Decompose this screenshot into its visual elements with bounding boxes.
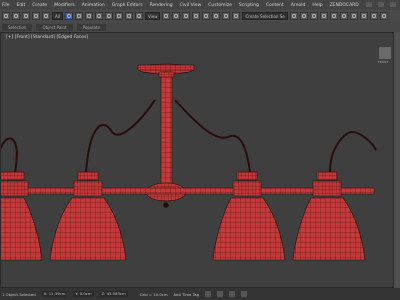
menu-item-modifiers[interactable]: Modifiers bbox=[54, 3, 75, 8]
selection-filter-dropdown[interactable]: All bbox=[52, 12, 63, 20]
menu-item-create[interactable]: Create bbox=[32, 3, 47, 8]
menu-item-edit[interactable]: Edit bbox=[17, 3, 26, 8]
menu-item-arnold[interactable]: Arnold bbox=[291, 3, 306, 8]
play-icon[interactable] bbox=[205, 291, 212, 297]
edit-named-selection-button[interactable] bbox=[232, 12, 241, 20]
selection-count: 1 Object Selected bbox=[2, 291, 36, 297]
command-panel-edge bbox=[394, 32, 400, 288]
window-controls bbox=[366, 2, 396, 7]
z-coordinate-field[interactable]: Z: 45.083cm bbox=[99, 291, 128, 297]
menu-item-civil-view[interactable]: Civil View bbox=[180, 3, 202, 8]
ribbon-tab-selection[interactable]: Selection bbox=[2, 23, 33, 31]
angle-snap-button[interactable] bbox=[202, 12, 211, 20]
menu-item-rendering[interactable]: Rendering bbox=[150, 3, 173, 8]
viewport-frame bbox=[0, 32, 394, 288]
select-by-name-button[interactable] bbox=[74, 12, 83, 20]
percent-snap-button[interactable] bbox=[212, 12, 221, 20]
viewcube-label: FRONT bbox=[378, 60, 389, 64]
rectangular-selection-button[interactable] bbox=[84, 12, 93, 20]
menu-item-graph-editors[interactable]: Graph Editors bbox=[112, 3, 143, 8]
layer-explorer-button[interactable] bbox=[309, 12, 318, 20]
link-button[interactable] bbox=[22, 12, 30, 20]
render-setup-button[interactable] bbox=[359, 12, 368, 20]
scale-button[interactable] bbox=[124, 12, 133, 20]
status-bar: 1 Object Selected X: 11.39cm Y: 0.0cm Z:… bbox=[0, 288, 400, 300]
maximize-icon[interactable] bbox=[378, 2, 384, 7]
ribbon-toggle-button[interactable] bbox=[319, 12, 328, 20]
grid-size: Grid = 10.0cm bbox=[139, 291, 168, 297]
redo-button[interactable] bbox=[12, 12, 20, 20]
ribbon-tab-object-paint[interactable]: Object Paint bbox=[36, 23, 73, 31]
menu-item-animation[interactable]: Animation bbox=[82, 3, 105, 8]
schematic-view-button[interactable] bbox=[339, 12, 348, 20]
bind-space-warp-button[interactable] bbox=[42, 12, 50, 20]
keyboard-shortcut-button[interactable] bbox=[182, 12, 191, 20]
pivot-center-button[interactable] bbox=[162, 12, 171, 20]
select-manipulate-button[interactable] bbox=[172, 12, 181, 20]
unlink-button[interactable] bbox=[32, 12, 40, 20]
align-button[interactable] bbox=[299, 12, 308, 20]
ribbon-tab-populate[interactable]: Populate bbox=[76, 23, 107, 31]
y-coordinate-field[interactable]: Y: 0.0cm bbox=[73, 291, 94, 297]
pan-icon[interactable] bbox=[241, 291, 248, 297]
menu-item-zendocard[interactable]: ZENDOCARD bbox=[330, 3, 359, 8]
menu-item-content[interactable]: Content bbox=[266, 3, 284, 8]
spinner-snap-button[interactable] bbox=[222, 12, 231, 20]
menu-item-file[interactable]: File bbox=[2, 3, 10, 8]
named-selection-dropdown[interactable]: Create Selection Se bbox=[242, 12, 288, 20]
close-icon[interactable] bbox=[390, 2, 396, 7]
zoom-icon[interactable] bbox=[229, 291, 236, 297]
select-object-button[interactable] bbox=[64, 12, 73, 20]
rotate-button[interactable] bbox=[114, 12, 123, 20]
key-icon[interactable] bbox=[217, 291, 224, 297]
rendered-frame-button[interactable] bbox=[369, 12, 378, 20]
viewcube-icon[interactable] bbox=[379, 47, 391, 59]
x-coordinate-field[interactable]: X: 11.39cm bbox=[41, 291, 68, 297]
window-crossing-button[interactable] bbox=[94, 12, 103, 20]
mirror-button[interactable] bbox=[289, 12, 298, 20]
render-button[interactable] bbox=[379, 12, 388, 20]
menu-item-help[interactable]: Help bbox=[312, 3, 322, 8]
minimize-icon[interactable] bbox=[366, 2, 372, 7]
menu-item-scripting[interactable]: Scripting bbox=[239, 3, 259, 8]
add-time-tag-button[interactable]: Add Time Tag bbox=[174, 292, 199, 297]
move-button[interactable] bbox=[104, 12, 113, 20]
snaps-toggle-button[interactable] bbox=[192, 12, 201, 20]
menu-item-customize[interactable]: Customize bbox=[208, 3, 232, 8]
material-editor-button[interactable] bbox=[349, 12, 358, 20]
menu-bar: File Edit Create Modifiers Animation Graph Ed… bbox=[0, 0, 400, 10]
main-toolbar: All View Create Selection Se bbox=[0, 10, 400, 22]
undo-button[interactable] bbox=[2, 12, 10, 20]
viewport-label[interactable]: [+] [Front] [Standard] [Edged Faces] bbox=[6, 35, 88, 40]
ribbon-bar: Selection Object Paint Populate bbox=[0, 22, 400, 32]
placement-button[interactable] bbox=[134, 12, 143, 20]
reference-coordinate-dropdown[interactable]: View bbox=[144, 12, 161, 20]
curve-editor-button[interactable] bbox=[329, 12, 338, 20]
